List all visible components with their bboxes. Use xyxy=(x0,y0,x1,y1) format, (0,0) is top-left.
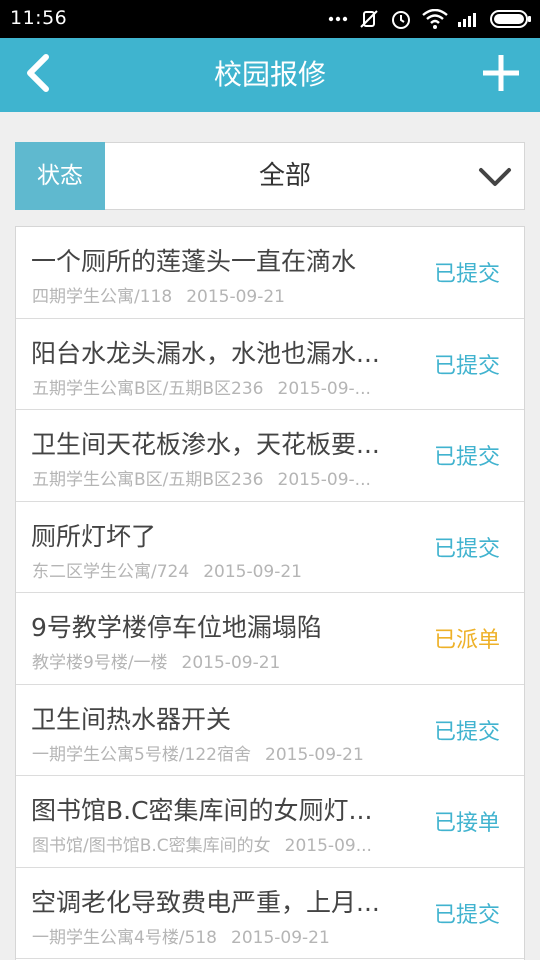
alarm-icon xyxy=(390,8,412,30)
status-icons xyxy=(328,6,532,32)
page-title: 校园报修 xyxy=(213,58,326,91)
silent-mode-icon xyxy=(358,8,380,30)
list-item[interactable]: 图书馆B.C密集库间的女厕灯... 图书馆/图书馆B.C密集库间的女 2015-09… xyxy=(16,776,524,868)
item-location: 五期学生公寓B区/五期B区236 xyxy=(32,470,264,490)
plus-icon xyxy=(481,53,521,97)
status-badge: 已派单 xyxy=(433,628,500,653)
list-item[interactable]: 厕所灯坏了东二区学生公寓/724 2015-09-21 已提交 xyxy=(16,502,524,593)
status-filter-label: 状态 xyxy=(15,142,105,210)
item-location: 四期学生公寓/118 xyxy=(32,287,173,307)
list-item[interactable]: 空调老化导致费电严重，上月... 一期学生公寓4号楼/518 2015-09-21 已… xyxy=(16,868,524,959)
signal-icon xyxy=(458,11,480,27)
item-title: 图书馆B.C密集库间的女厕灯... xyxy=(31,796,373,825)
status-badge: 已接单 xyxy=(433,811,500,836)
status-bar: 11:56 xyxy=(0,0,540,38)
status-badge: 已提交 xyxy=(433,902,500,928)
more-dots-icon xyxy=(328,16,348,22)
list-item[interactable]: 卫生间天花板渗水，天花板要... 五期学生公寓B区/五期B区236 2015-09-… xyxy=(16,410,524,502)
list-item[interactable]: 一个厕所的莲蓬头一直在滴水四期学生公寓/118 2015-09-21 已提交 xyxy=(16,227,524,319)
item-meta: 四期学生公寓/118 2015-09-21 xyxy=(32,282,404,307)
item-date: 2015-09-21 xyxy=(203,561,302,582)
status-badge: 已提交 xyxy=(433,353,500,379)
chevron-down-icon[interactable] xyxy=(478,160,512,194)
item-location: 教学楼9号楼/一楼 xyxy=(32,653,168,673)
item-meta: 一期学生公寓5号楼/122宿舍 2015-09-21 xyxy=(32,740,404,765)
item-date: 2015-09-21 xyxy=(231,927,330,948)
list-item[interactable]: 卫生间热水器开关一期学生公寓5号楼/122宿舍 2015-09-21 已提交 xyxy=(16,685,524,776)
item-title: 卫生间热水器开关 xyxy=(31,704,232,734)
item-meta: 图书馆/图书馆B.C密集库间的女 2015-09... xyxy=(32,831,404,856)
repair-request-list: 一个厕所的莲蓬头一直在滴水 四期学生公寓/118 2015-09-21 已提交 阳台水龙… xyxy=(15,226,525,960)
item-title: 卫生间天花板渗水，天花板要... xyxy=(31,430,380,459)
item-title: 一个厕所的莲蓬头一直在滴水 xyxy=(31,247,357,276)
status-badge: 已提交 xyxy=(433,262,500,287)
item-date: 2015-09-... xyxy=(277,378,371,399)
wifi-icon xyxy=(422,9,448,29)
item-date: 2015-09-21 xyxy=(265,744,364,765)
item-date: 2015-09... xyxy=(284,836,372,856)
item-title: 厕所灯坏了 xyxy=(31,521,157,551)
battery-icon xyxy=(490,9,532,29)
list-item[interactable]: 9号教学楼停车位地漏塌陷教学楼9号楼/一楼 2015-09-21 已派单 xyxy=(16,593,524,685)
item-location: 东二区学生公寓/724 xyxy=(32,561,190,582)
status-badge: 已提交 xyxy=(433,445,500,470)
status-filter[interactable]: 状态 全部 xyxy=(15,142,525,210)
app-header: 校园报修 xyxy=(0,38,540,112)
add-request-button[interactable] xyxy=(478,52,524,98)
item-meta: 东二区学生公寓/724 2015-09-21 xyxy=(32,557,404,582)
status-filter-value[interactable]: 全部 xyxy=(106,143,464,209)
status-badge: 已提交 xyxy=(433,536,500,562)
item-meta: 教学楼9号楼/一楼 2015-09-21 xyxy=(32,648,404,673)
item-location: 图书馆/图书馆B.C密集库间的女 xyxy=(32,836,271,856)
item-location: 五期学生公寓B区/五期B区236 xyxy=(32,378,264,399)
item-location: 一期学生公寓4号楼/518 xyxy=(32,927,217,948)
item-meta: 一期学生公寓4号楼/518 2015-09-21 xyxy=(32,923,404,948)
item-meta: 五期学生公寓B区/五期B区236 2015-09-... xyxy=(32,465,404,490)
item-title: 9号教学楼停车位地漏塌陷 xyxy=(31,613,322,642)
item-date: 2015-09-... xyxy=(277,470,371,490)
item-title: 空调老化导致费电严重，上月... xyxy=(31,887,380,917)
item-meta: 五期学生公寓B区/五期B区236 2015-09-... xyxy=(32,374,404,399)
status-badge: 已提交 xyxy=(433,719,500,745)
item-title: 阳台水龙头漏水，水池也漏水... xyxy=(31,338,380,368)
item-date: 2015-09-21 xyxy=(186,287,285,307)
item-location: 一期学生公寓5号楼/122宿舍 xyxy=(32,744,251,765)
status-time: 11:56 xyxy=(10,7,68,29)
item-date: 2015-09-21 xyxy=(181,653,281,673)
list-item[interactable]: 阳台水龙头漏水，水池也漏水... 五期学生公寓B区/五期B区236 2015-09-… xyxy=(16,319,524,410)
